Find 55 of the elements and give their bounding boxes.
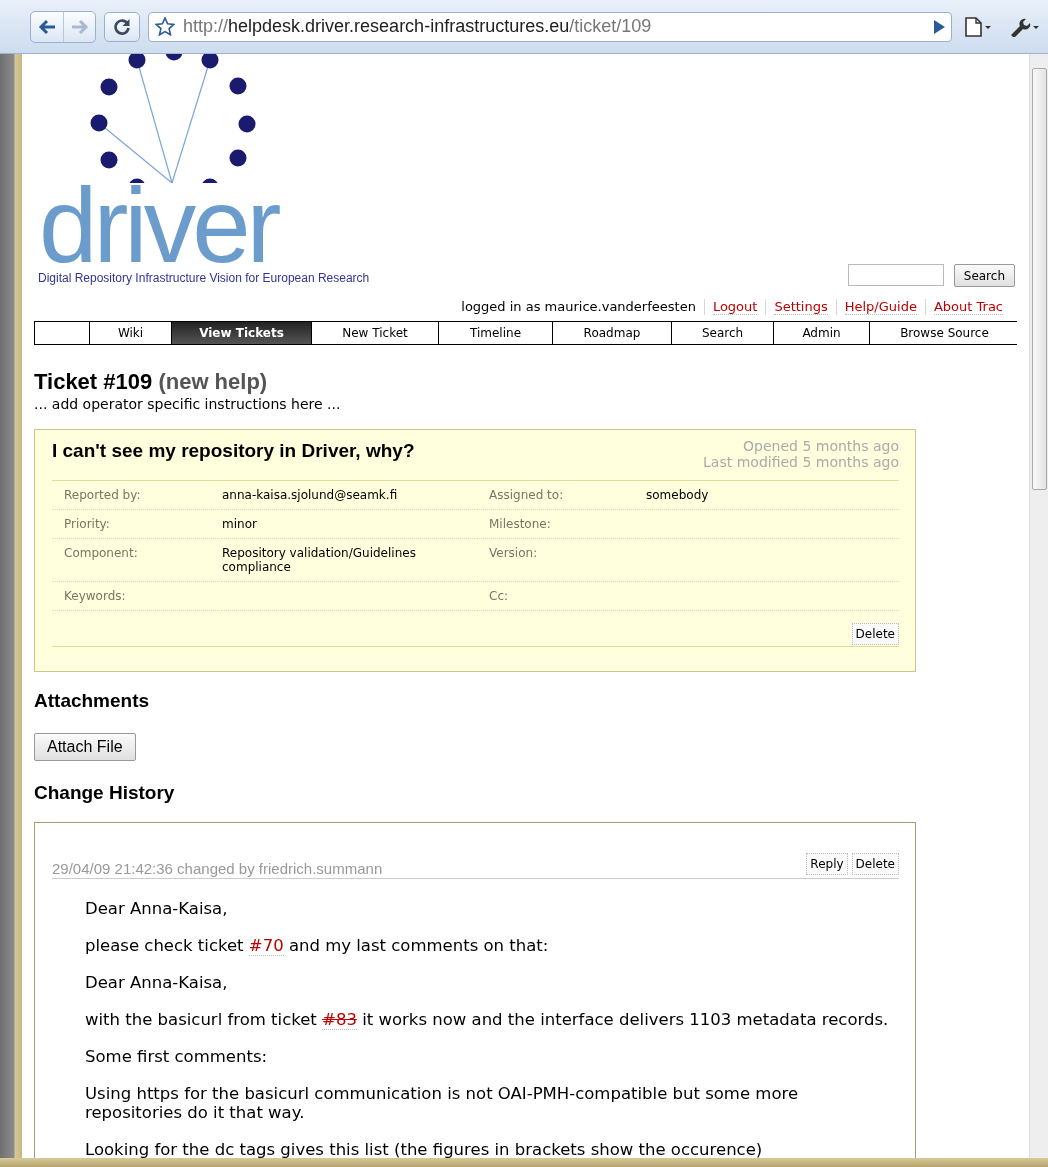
meta-nav-link[interactable]: Help/Guide bbox=[844, 299, 917, 315]
property-value: minor bbox=[222, 517, 257, 531]
property-value: anna-kaisa.sjolund@seamk.fi bbox=[222, 488, 398, 502]
change-history-heading: Change History bbox=[34, 782, 175, 804]
comment-paragraph: with the basicurl from ticket #83 it works now and the interface delivers 1103 metadata records. bbox=[85, 1010, 889, 1029]
attachments-heading: Attachments bbox=[34, 690, 150, 712]
property-label: Component: bbox=[64, 546, 138, 560]
nav-tab[interactable]: View Tickets bbox=[171, 322, 311, 344]
search-field[interactable] bbox=[847, 264, 944, 286]
search-button[interactable]: Search bbox=[953, 264, 1015, 287]
delete-button[interactable]: Delete bbox=[851, 853, 899, 875]
forward-icon bbox=[70, 18, 89, 35]
ticket-link[interactable]: #83 bbox=[322, 1010, 357, 1030]
ticket-link[interactable]: #70 bbox=[248, 936, 284, 956]
logo-tagline: Digital Repository Infrastructure Vision for European Research bbox=[38, 271, 370, 285]
go-icon[interactable] bbox=[933, 19, 945, 34]
attach-file-button[interactable]: Attach File bbox=[34, 733, 136, 761]
reload-icon bbox=[113, 17, 131, 36]
reply-button[interactable]: Reply bbox=[806, 853, 848, 875]
comment-paragraph: Dear Anna-Kaisa, bbox=[85, 973, 228, 992]
nav-tab[interactable]: Browse Source bbox=[869, 322, 1019, 344]
page-icon bbox=[964, 16, 992, 37]
login-status: logged in as maurice.vanderfeesten bbox=[460, 299, 697, 315]
back-icon bbox=[38, 18, 56, 35]
property-label: Version: bbox=[489, 546, 538, 560]
comment-paragraph: Some first comments: bbox=[85, 1047, 268, 1066]
comment-paragraph: please check ticket #70 and my last comments on that: bbox=[85, 936, 549, 955]
property-label: Reported by: bbox=[64, 488, 141, 502]
opened-date: Opened 5 months ago bbox=[743, 438, 899, 454]
comment-paragraph: Dear Anna-Kaisa, bbox=[85, 899, 228, 918]
star-icon bbox=[155, 17, 175, 36]
address-bar[interactable]: http://helpdesk.driver.research-infrastructures.eu/ticket/109 bbox=[148, 11, 952, 42]
property-label: Keywords: bbox=[64, 589, 126, 603]
meta-nav-link[interactable]: About Trac bbox=[933, 299, 1003, 315]
ticket-title: Ticket #109 (new help) bbox=[34, 369, 269, 395]
url-text: http://helpdesk.driver.research-infrastructures.eu/ticket/109 bbox=[183, 16, 653, 37]
logo-wordmark: driver bbox=[39, 183, 278, 269]
delete-button[interactable]: Delete bbox=[851, 623, 899, 645]
meta-nav-link[interactable]: Logout bbox=[712, 299, 758, 315]
reload-button[interactable] bbox=[104, 11, 140, 42]
property-value: Repository validation/Guidelines compliance bbox=[222, 546, 417, 574]
property-label: Milestone: bbox=[489, 517, 551, 531]
comment-paragraph: Using https for the basicurl communication is not OAI-PMH-compatible but some more repositories do it that way. bbox=[85, 1084, 800, 1122]
property-label: Cc: bbox=[489, 589, 509, 603]
scrollbar-thumb[interactable] bbox=[1031, 68, 1047, 490]
instructions-text: ... add operator specific instructions here ... bbox=[34, 395, 341, 413]
ticket-summary: I can't see my repository in Driver, why? bbox=[52, 440, 415, 463]
meta-nav-link[interactable]: Settings bbox=[774, 299, 828, 315]
scrollbar[interactable] bbox=[1029, 54, 1048, 1158]
change-header: 29/04/09 21:42:36 changed by friedrich.summann bbox=[52, 860, 383, 877]
property-label: Assigned to: bbox=[489, 488, 564, 502]
property-value: somebody bbox=[646, 488, 709, 502]
comment-paragraph: Looking for the dc tags gives this list (the figures in brackets show the occurence) bbox=[85, 1140, 763, 1158]
modified-date: Last modified 5 months ago bbox=[703, 454, 899, 470]
property-label: Priority: bbox=[64, 517, 110, 531]
